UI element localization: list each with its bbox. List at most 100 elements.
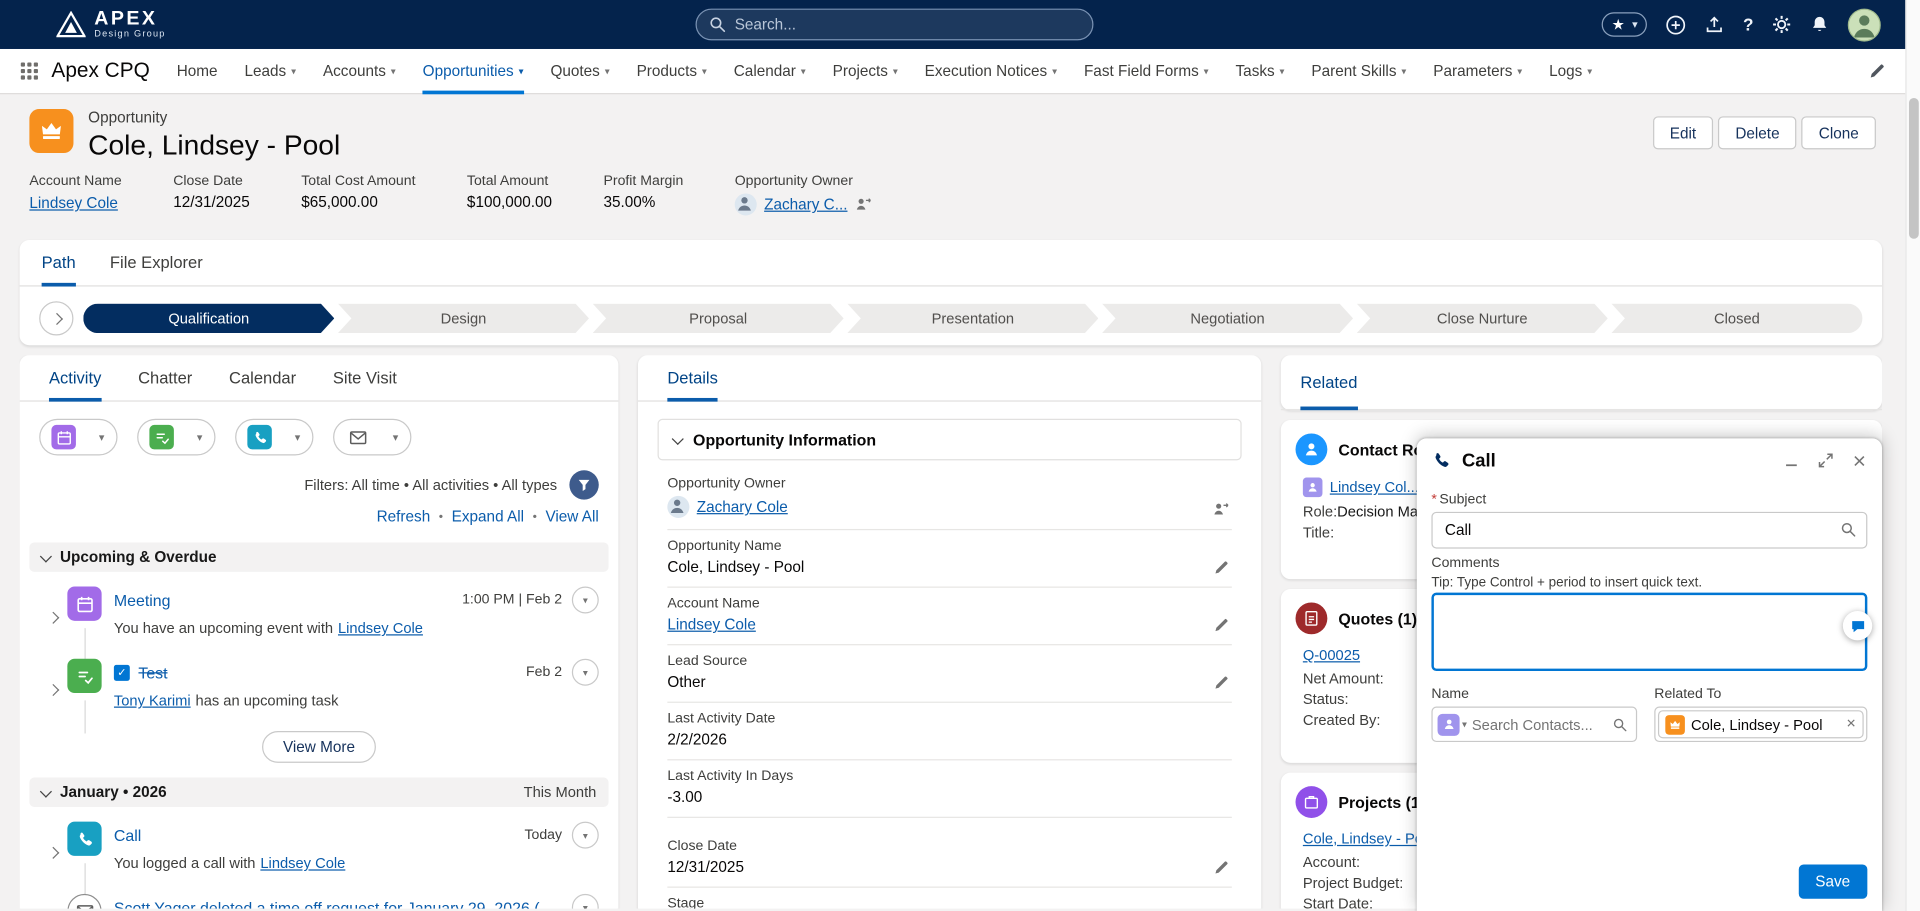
related-to-pill[interactable]: Cole, Lindsey - Pool [1657,710,1864,739]
nav-tab-leads[interactable]: Leads [244,48,296,93]
chevron-down-icon[interactable] [801,66,806,77]
path-stage-qualification[interactable]: Qualification [83,304,334,333]
favorites-star-icon[interactable] [1612,16,1625,33]
nav-tab-opportunities[interactable]: Opportunities [422,48,524,94]
quotes-title-link[interactable]: Quotes (1) [1338,609,1417,627]
meeting-link[interactable]: Meeting [114,591,171,609]
chevron-down-icon[interactable] [605,66,610,77]
nav-tab-accounts[interactable]: Accounts [323,48,396,93]
item-menu-button[interactable] [571,658,599,686]
scrollbar-thumb[interactable] [1908,97,1919,239]
upload-icon[interactable] [1705,15,1725,35]
remove-pill-icon[interactable] [1846,718,1856,731]
change-owner-icon[interactable] [855,196,872,213]
chevron-down-icon[interactable] [1280,66,1285,77]
nav-tab-quotes[interactable]: Quotes [550,48,609,93]
tab-chatter[interactable]: Chatter [138,355,192,400]
contact-link[interactable]: Lindsey Col... [1330,479,1419,496]
section-opportunity-information[interactable]: Opportunity Information [657,418,1242,461]
email-button[interactable] [333,418,412,456]
contact-link[interactable]: Lindsey Cole [260,855,345,872]
global-search-input[interactable] [734,15,1081,34]
subject-input[interactable] [1431,511,1868,549]
clone-button[interactable]: Clone [1801,116,1876,150]
edit-pencil-icon[interactable] [1213,617,1229,633]
call-link[interactable]: Call [114,826,141,844]
chevron-down-icon[interactable] [87,430,116,443]
path-stage-presentation[interactable]: Presentation [847,304,1098,333]
tab-site-visit[interactable]: Site Visit [333,355,397,400]
nav-tab-tasks[interactable]: Tasks [1236,48,1285,93]
filter-icon[interactable] [569,470,599,500]
object-switcher-button[interactable] [1437,713,1467,736]
tab-calendar[interactable]: Calendar [229,355,296,400]
account-name-link[interactable]: Lindsey Cole [667,616,755,633]
favorites-caret-icon[interactable] [1632,18,1638,31]
nav-tab-parent-skills[interactable]: Parent Skills [1311,48,1406,93]
expand-chevron-icon[interactable] [47,831,60,871]
nav-tab-home[interactable]: Home [177,48,218,93]
chevron-down-icon[interactable] [893,66,898,77]
global-actions-button[interactable] [1666,14,1687,35]
owner-link[interactable]: Zachary Cole [697,498,788,515]
nav-tab-logs[interactable]: Logs [1549,48,1592,93]
chevron-down-icon[interactable] [702,66,707,77]
nav-tab-products[interactable]: Products [637,48,707,93]
user-avatar[interactable] [1847,7,1881,42]
expand-chevron-icon[interactable] [47,669,60,709]
nav-tab-projects[interactable]: Projects [833,48,898,93]
email-subject-link[interactable]: Scott Yager deleted a time off request f… [114,898,562,908]
help-button[interactable] [1743,15,1753,35]
view-all-link[interactable]: View All [545,508,598,525]
comments-textarea[interactable] [1431,592,1868,672]
contact-link[interactable]: Tony Karimi [114,692,191,709]
path-stage-design[interactable]: Design [338,304,589,333]
account-name-link[interactable]: Lindsey Cole [29,195,117,212]
tab-activity[interactable]: Activity [48,355,101,402]
minimize-button[interactable] [1783,452,1800,469]
close-button[interactable] [1851,452,1867,468]
insert-quick-text-button[interactable] [1842,611,1873,641]
chevron-down-icon[interactable] [1401,66,1406,77]
nav-tab-execution-notices[interactable]: Execution Notices [925,48,1057,93]
task-link[interactable]: Test [138,663,167,681]
favorites-button[interactable] [1601,12,1648,37]
expand-all-link[interactable]: Expand All [452,508,524,525]
tab-file-explorer[interactable]: File Explorer [110,240,203,285]
chevron-down-icon[interactable] [519,66,524,77]
chevron-down-icon[interactable] [1204,66,1209,77]
path-stage-negotiation[interactable]: Negotiation [1102,304,1353,333]
chevron-down-icon[interactable] [381,430,410,443]
item-menu-button[interactable] [571,586,599,614]
page-scrollbar[interactable] [1905,0,1920,911]
section-january-2026[interactable]: January • 2026 This Month [29,777,609,807]
path-toggle-button[interactable] [39,301,74,336]
quote-link[interactable]: Q-00025 [1303,647,1360,664]
edit-pencil-icon[interactable] [1213,860,1229,876]
global-search[interactable] [695,8,1094,41]
path-stage-closed[interactable]: Closed [1611,303,1863,334]
chevron-down-icon[interactable] [391,66,396,77]
edit-pencil-icon[interactable] [1213,675,1229,691]
nav-tab-calendar[interactable]: Calendar [734,48,806,93]
contact-combobox[interactable] [1431,706,1638,743]
notifications-bell-button[interactable] [1810,15,1830,35]
expand-chevron-icon[interactable] [47,596,60,636]
item-menu-button[interactable] [571,893,599,909]
chevron-down-icon[interactable] [1587,66,1592,77]
contact-link[interactable]: Lindsey Cole [338,620,423,637]
save-button[interactable]: Save [1798,864,1868,899]
task-checkbox[interactable] [113,664,130,681]
app-name[interactable]: Apex CPQ [51,59,149,83]
new-task-button[interactable] [137,418,216,456]
edit-pencil-icon[interactable] [1213,560,1229,576]
new-event-button[interactable] [39,418,118,456]
edit-button[interactable]: Edit [1652,116,1714,150]
tab-details[interactable]: Details [667,355,719,402]
search-contacts-input[interactable] [1471,715,1608,733]
change-owner-icon[interactable] [1212,501,1229,518]
app-launcher-icon[interactable] [20,61,40,81]
chevron-down-icon[interactable] [185,430,214,443]
chevron-down-icon[interactable] [1052,66,1057,77]
setup-gear-button[interactable] [1772,15,1792,35]
